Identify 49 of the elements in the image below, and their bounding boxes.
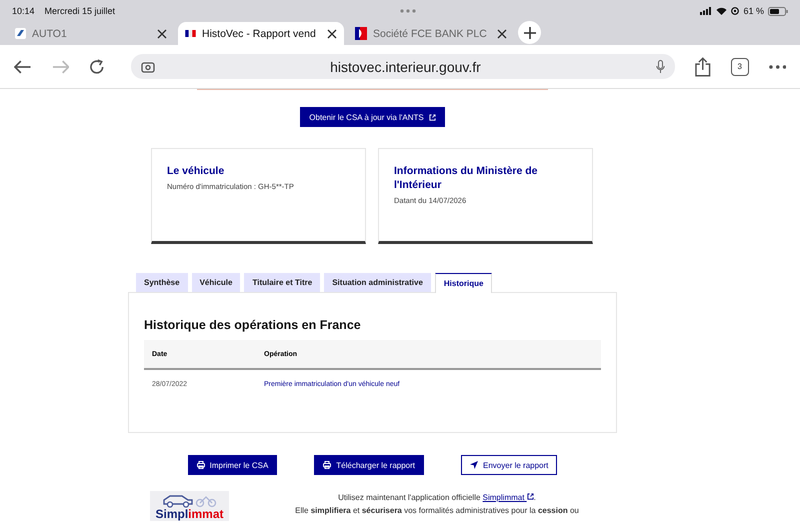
battery-icon — [768, 6, 788, 16]
action-button[interactable]: Imprimer le CSA — [188, 455, 278, 475]
tab[interactable]: Synthèse — [136, 273, 188, 292]
share-icon[interactable] — [695, 56, 711, 76]
wifi-icon — [716, 7, 728, 15]
browser-tab[interactable]: HistoVec - Rapport vend — [178, 22, 344, 45]
battery-percent: 61 % — [743, 6, 764, 16]
reload-icon[interactable] — [89, 58, 105, 74]
browser-tab[interactable]: AUTO1 — [8, 22, 174, 45]
location-icon — [731, 7, 740, 15]
new-tab-button[interactable] — [518, 21, 541, 44]
action-button[interactable]: Envoyer le rapport — [461, 455, 558, 475]
printer-icon — [323, 461, 332, 469]
ants-button[interactable]: Obtenir le CSA à jour via l'ANTS — [300, 107, 445, 127]
external-link-icon — [526, 493, 534, 500]
browser-tab[interactable]: Société FCE BANK PLC — [348, 22, 514, 45]
promo-text: Utilisez maintenant l'application officielle Simplimmat . — [337, 493, 537, 502]
close-icon[interactable] — [497, 28, 507, 38]
url-text: histovec.interieur.gouv.fr — [329, 58, 482, 74]
section-title: Historique des opérations en France — [144, 318, 362, 332]
tab-count-button[interactable]: 3 — [730, 58, 748, 76]
tab[interactable]: Situation administrative — [324, 273, 431, 292]
address-field[interactable]: histovec.interieur.gouv.fr — [130, 54, 676, 79]
more-icon — [400, 9, 416, 13]
promo-text: Elle simplifiera et sécurisera vos formalités administratives pour la cession ou — [294, 506, 580, 515]
back-icon[interactable] — [14, 60, 32, 74]
flag-icon — [355, 27, 367, 40]
tab[interactable]: Historique — [434, 273, 492, 293]
external-link-icon — [428, 114, 436, 120]
close-icon[interactable] — [157, 28, 167, 38]
more-icon[interactable] — [768, 64, 786, 68]
card-title: Informations du Ministère de l'Intérieur — [394, 164, 539, 192]
plus-icon — [524, 26, 536, 38]
action-button[interactable]: Télécharger le rapport — [314, 455, 424, 475]
tab[interactable]: Titulaire et Titre — [244, 273, 320, 292]
clock: 10:14 — [12, 6, 35, 16]
flag-icon — [185, 30, 196, 37]
date: Mercredi 15 juillet — [44, 6, 116, 16]
tab[interactable]: Véhicule — [192, 273, 240, 292]
microphone-icon[interactable] — [656, 60, 666, 74]
send-icon — [470, 461, 478, 469]
logo-text: Simplimmat — [155, 508, 224, 521]
card-title: Le véhicule — [167, 164, 226, 178]
logo-icon — [15, 28, 26, 39]
close-icon[interactable] — [327, 28, 337, 38]
signal-icon — [700, 7, 712, 15]
printer-icon — [196, 461, 205, 469]
camera-icon[interactable] — [140, 60, 155, 72]
simplimmat-link[interactable]: Simplimmat — [482, 493, 534, 502]
